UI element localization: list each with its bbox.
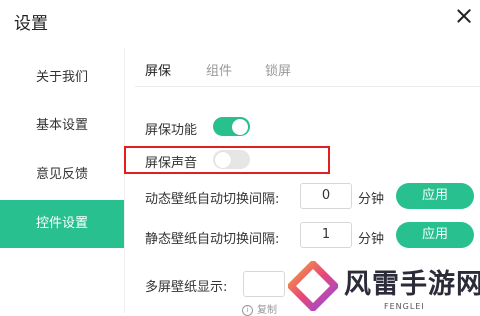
screensaver-feature-label: 屏保功能 xyxy=(145,123,198,138)
tab-lockscreen[interactable]: 锁屏 xyxy=(265,60,291,79)
tab-widgets[interactable]: 组件 xyxy=(206,60,232,79)
multi-screen-input[interactable] xyxy=(243,271,285,297)
sidebar-item-about[interactable]: 关于我们 xyxy=(0,54,124,102)
multi-screen-note-text: 复制 xyxy=(257,305,277,316)
static-wallpaper-apply-button[interactable]: 应用 xyxy=(396,222,474,248)
static-wallpaper-label: 静态壁纸自动切换间隔: xyxy=(145,232,280,247)
info-icon: i xyxy=(242,304,253,316)
screensaver-sound-label: 屏保声音 xyxy=(145,156,198,171)
sidebar-item-feedback[interactable]: 意见反馈 xyxy=(0,151,124,199)
sidebar-item-basic-settings[interactable]: 基本设置 xyxy=(0,102,124,150)
close-icon[interactable] xyxy=(452,4,476,28)
screensaver-feature-toggle[interactable] xyxy=(213,117,250,136)
dynamic-wallpaper-interval-input[interactable]: 0 xyxy=(300,183,352,209)
toggle-knob xyxy=(215,151,231,168)
toggle-knob xyxy=(232,118,248,135)
dynamic-wallpaper-unit: 分钟 xyxy=(358,192,385,207)
window-title: 设置 xyxy=(14,14,48,34)
sidebar: 关于我们 基本设置 意见反馈 控件设置 xyxy=(0,48,124,313)
watermark-text: 风雷手游网 xyxy=(344,269,480,300)
tab-divider xyxy=(135,86,480,87)
sidebar-divider xyxy=(124,48,125,313)
watermark-logo-icon xyxy=(288,261,338,311)
watermark-subtext: FENGLEI xyxy=(384,302,425,311)
screensaver-sound-toggle[interactable] xyxy=(213,150,250,169)
tab-screensaver[interactable]: 屏保 xyxy=(145,60,171,79)
dynamic-wallpaper-apply-button[interactable]: 应用 xyxy=(396,183,474,209)
dynamic-wallpaper-label: 动态壁纸自动切换间隔: xyxy=(145,192,280,207)
watermark: 风雷手游网 FENGLEI xyxy=(286,260,480,313)
multi-screen-note: i 复制 xyxy=(242,301,277,316)
sidebar-item-control-settings[interactable]: 控件设置 xyxy=(0,200,124,248)
static-wallpaper-interval-input[interactable]: 1 xyxy=(300,222,352,248)
multi-screen-label: 多屏壁纸显示: xyxy=(145,280,228,295)
static-wallpaper-unit: 分钟 xyxy=(358,232,385,247)
